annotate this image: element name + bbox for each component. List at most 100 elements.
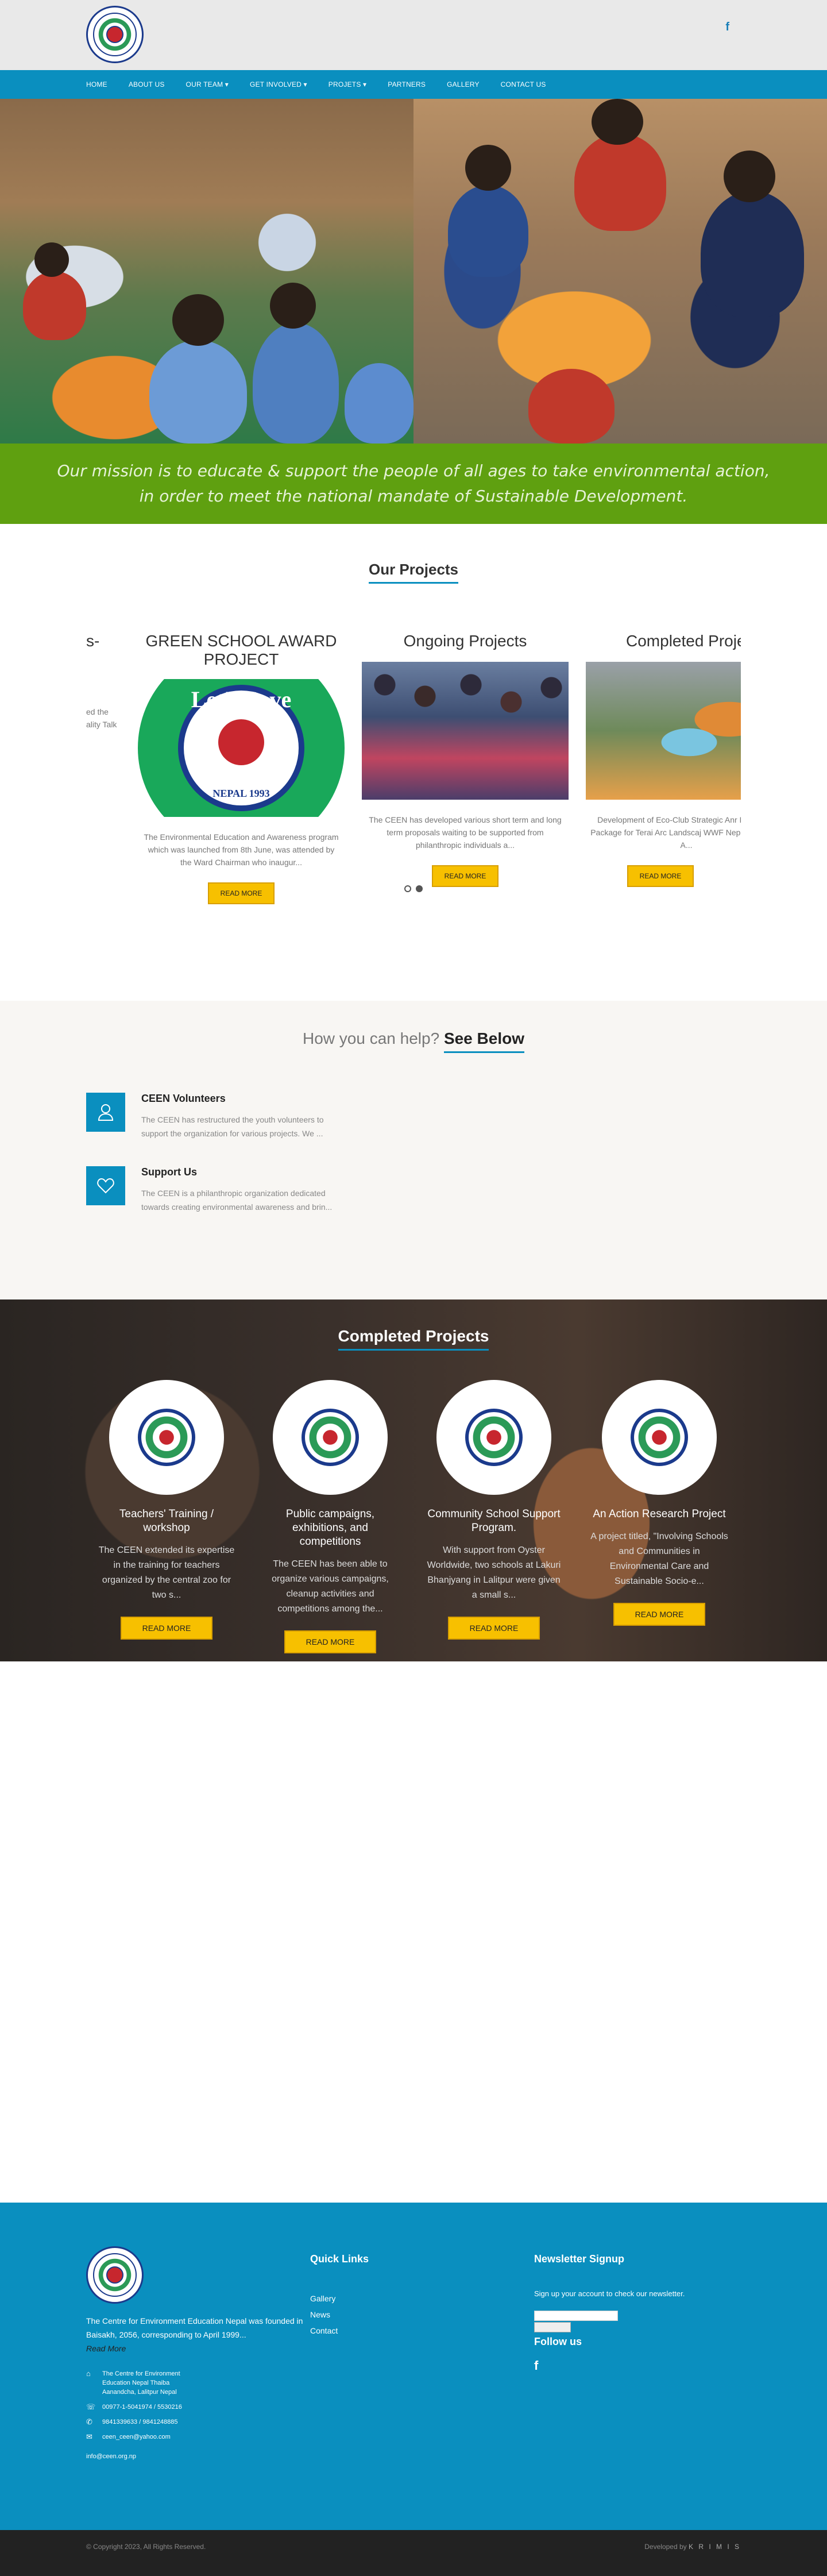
completed-item-title: An Action Research Project bbox=[593, 1508, 726, 1520]
nav-get-involved[interactable]: GET INVOLVED ▾ bbox=[250, 80, 307, 88]
project-card-text: The CEEN has developed various short ter… bbox=[369, 815, 562, 850]
help-item-text: The CEEN is a philanthropic organization… bbox=[141, 1189, 333, 1212]
completed-item-text: The CEEN has been able to organize vario… bbox=[272, 1559, 389, 1614]
help-item-volunteers[interactable]: CEEN Volunteers The CEEN has restructure… bbox=[86, 1093, 350, 1140]
ceen-logo bbox=[602, 1380, 717, 1495]
footer-read-more-link[interactable]: Read More bbox=[86, 2344, 126, 2353]
completed-projects-image bbox=[586, 662, 741, 800]
phone-icon: ✆ bbox=[86, 2417, 92, 2426]
nav-partners[interactable]: PARTNERS bbox=[388, 80, 426, 88]
newsletter-email-input[interactable] bbox=[534, 2311, 618, 2321]
page: f HOME ABOUT US OUR TEAM ▾ GET INVOLVED … bbox=[0, 0, 827, 2576]
completed-item-text: A project titled, "Involving Schools and… bbox=[590, 1532, 728, 1586]
carousel-dot-2[interactable] bbox=[416, 885, 423, 892]
section-title-completed-projects: Completed Projects bbox=[338, 1327, 489, 1351]
partial-card-text: ed the ality Talk bbox=[86, 707, 117, 729]
help-item-title: Support Us bbox=[141, 1166, 197, 1178]
copyright-bar: © Copyright 2023, All Rights Reserved. D… bbox=[0, 2530, 827, 2576]
mission-banner: Our mission is to educate & support the … bbox=[0, 444, 827, 524]
project-card-green-school: GREEN SCHOOL AWARD PROJECT Let's Save NE… bbox=[138, 632, 345, 904]
help-title-bold: See Below bbox=[443, 1029, 524, 1053]
project-card-text: Development of Eco-Club Strategic Anr Ed… bbox=[590, 815, 741, 850]
nav-about-us[interactable]: ABOUT US bbox=[129, 80, 165, 88]
footer-address: The Centre for Environment Education Nep… bbox=[102, 2370, 180, 2396]
project-card-title: Completed Projec bbox=[626, 632, 741, 650]
nav-contact-us[interactable]: CONTACT US bbox=[501, 80, 546, 88]
help-item-support[interactable]: Support Us The CEEN is a philanthropic o… bbox=[86, 1166, 350, 1214]
mission-line-2: in order to meet the national mandate of… bbox=[139, 487, 688, 506]
footer-email[interactable]: ceen_ceen@yahoo.com bbox=[102, 2432, 171, 2442]
completed-item-community-school: Community School Support Program. With s… bbox=[425, 1380, 563, 1640]
completed-item-public-campaigns: Public campaigns, exhibitions, and compe… bbox=[261, 1380, 399, 1653]
read-more-button[interactable]: READ MORE bbox=[431, 865, 499, 887]
footer: The Centre for Environment Education Nep… bbox=[0, 2203, 827, 2530]
ongoing-projects-image bbox=[362, 662, 569, 800]
facebook-icon[interactable]: f bbox=[725, 21, 729, 34]
ceen-logo bbox=[109, 1380, 224, 1495]
nav-our-team[interactable]: OUR TEAM ▾ bbox=[186, 80, 229, 88]
carousel-pagination bbox=[0, 885, 827, 895]
completed-item-title: Community School Support Program. bbox=[427, 1508, 561, 1534]
header: f bbox=[0, 0, 827, 70]
completed-item-text: The CEEN extended its expertise in the t… bbox=[98, 1545, 235, 1600]
developer-credit: Developed by K R I M I S bbox=[644, 2543, 741, 2551]
developer-link[interactable]: K R I M I S bbox=[689, 2543, 741, 2551]
nav-home[interactable]: HOME bbox=[86, 80, 107, 88]
read-more-button[interactable]: READ MORE bbox=[447, 1617, 540, 1640]
user-icon bbox=[86, 1093, 125, 1132]
completed-item-teachers-training: Teachers' Training / workshop The CEEN e… bbox=[98, 1380, 235, 1640]
projects-carousel[interactable]: s- ed the ality Talk GREEN SCHOOL AWARD … bbox=[86, 632, 741, 908]
ceen-logo bbox=[273, 1380, 388, 1495]
facebook-icon[interactable]: f bbox=[534, 2358, 741, 2373]
help-title-prefix: How you can help? bbox=[303, 1029, 440, 1047]
home-icon: ⌂ bbox=[86, 2369, 91, 2378]
footer-quick-links: Quick Links Gallery News Contact bbox=[310, 2246, 369, 2335]
partial-card-title: s- bbox=[86, 632, 100, 650]
site-logo[interactable] bbox=[86, 6, 144, 63]
hero-banner bbox=[0, 99, 827, 444]
completed-item-action-research: An Action Research Project A project tit… bbox=[590, 1380, 728, 1626]
award-nepal-label: NEPAL 1993 bbox=[212, 788, 270, 799]
award-motto: Let's Save bbox=[191, 687, 292, 712]
help-item-title: CEEN Volunteers bbox=[141, 1093, 226, 1104]
ceen-logo bbox=[436, 1380, 551, 1495]
section-title-our-projects: Our Projects bbox=[368, 561, 459, 584]
project-card-completed: Completed Projec Development of Eco-Club… bbox=[586, 632, 741, 887]
copyright-text: © Copyright 2023, All Rights Reserved. bbox=[86, 2543, 206, 2551]
project-card-ongoing: Ongoing Projects The CEEN has developed … bbox=[362, 632, 569, 887]
read-more-button[interactable]: READ MORE bbox=[613, 1603, 706, 1626]
newsletter-submit-button[interactable] bbox=[534, 2322, 571, 2332]
footer-fax: 00977-1-5041974 / 5530216 bbox=[102, 2404, 182, 2411]
footer-link-contact[interactable]: Contact bbox=[310, 2326, 369, 2335]
footer-contact: ⌂ The Centre for Environment Education Ne… bbox=[86, 2369, 195, 2461]
help-item-text: The CEEN has restructured the youth volu… bbox=[141, 1115, 324, 1138]
completed-item-title: Public campaigns, exhibitions, and compe… bbox=[285, 1508, 375, 1548]
nav-gallery[interactable]: GALLERY bbox=[447, 80, 480, 88]
footer-email-2[interactable]: info@ceen.org.np bbox=[86, 2452, 136, 2461]
developed-by-label: Developed by bbox=[644, 2543, 687, 2551]
footer-logo[interactable] bbox=[86, 2246, 144, 2304]
footer-about-text: The Centre for Environment Education Nep… bbox=[86, 2316, 303, 2339]
newsletter-text: Sign up your account to check our newsle… bbox=[534, 2289, 685, 2298]
nav-projects[interactable]: PROJETS ▾ bbox=[329, 80, 367, 88]
read-more-button[interactable]: READ MORE bbox=[627, 865, 694, 887]
main-nav: HOME ABOUT US OUR TEAM ▾ GET INVOLVED ▾ … bbox=[0, 70, 827, 99]
footer-link-gallery[interactable]: Gallery bbox=[310, 2294, 369, 2303]
hero-image-right bbox=[413, 99, 827, 444]
mission-line-1: Our mission is to educate & support the … bbox=[57, 461, 770, 480]
footer-newsletter: Newsletter Signup Sign up your account t… bbox=[534, 2246, 741, 2373]
carousel-dot-1[interactable] bbox=[404, 885, 411, 892]
footer-link-news[interactable]: News bbox=[310, 2310, 369, 2319]
blank-area bbox=[0, 1661, 827, 2208]
green-school-award-image: Let's Save NEPAL 1993 bbox=[138, 679, 345, 817]
help-section: How you can help? See Below CEEN Volunte… bbox=[0, 1001, 827, 1299]
quick-links-title: Quick Links bbox=[310, 2253, 369, 2265]
read-more-button[interactable]: READ MORE bbox=[284, 1630, 377, 1653]
read-more-button[interactable]: READ MORE bbox=[120, 1617, 213, 1640]
follow-us-title: Follow us bbox=[534, 2336, 582, 2347]
project-card-title: GREEN SCHOOL AWARD PROJECT bbox=[145, 632, 337, 668]
envelope-icon: ✉ bbox=[86, 2432, 92, 2441]
completed-projects-section: Completed Projects Teachers' Training / … bbox=[0, 1299, 827, 1661]
project-card-title: Ongoing Projects bbox=[403, 632, 527, 650]
footer-about: The Centre for Environment Education Nep… bbox=[86, 2246, 333, 2467]
